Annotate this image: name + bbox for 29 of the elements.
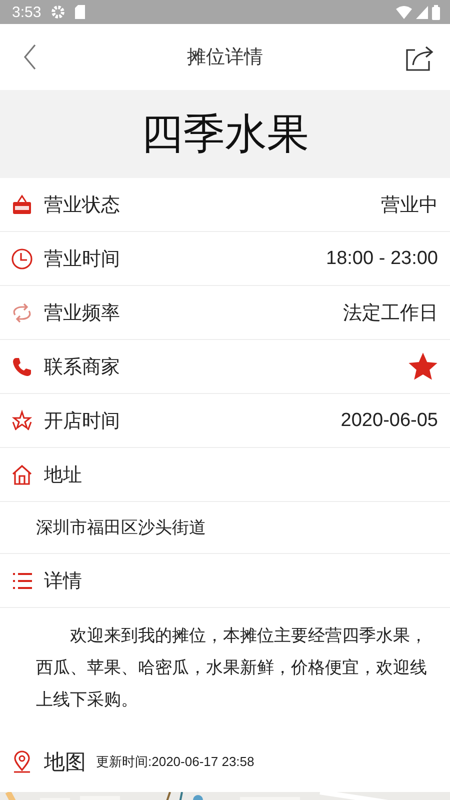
status-time: 3:53 <box>12 4 42 20</box>
row-label: 营业频率 <box>44 300 121 326</box>
stall-name: 四季水果 <box>141 108 309 160</box>
row-value: 18:00 - 23:00 <box>326 248 438 270</box>
stars-icon <box>10 408 34 432</box>
favorite-star-icon[interactable] <box>408 352 438 382</box>
row-label: 开店时间 <box>44 408 121 434</box>
row-value: 法定工作日 <box>343 302 438 326</box>
battery-icon <box>432 4 440 20</box>
page-title: 摊位详情 <box>187 45 263 70</box>
open-sign-icon <box>10 192 34 216</box>
address-text: 深圳市福田区沙头街道 <box>0 502 450 554</box>
details-text: 欢迎来到我的摊位，本摊位主要经营四季水果，西瓜、苹果、哈密瓜，水果新鲜，价格便宜，欢迎线上线下采购。 <box>35 625 428 712</box>
update-time: 更新时间:2020-06-17 23:58 <box>96 753 254 771</box>
row-label: 联系商家 <box>44 354 121 380</box>
signal-icon <box>416 6 428 18</box>
row-label: 地址 <box>44 462 83 488</box>
back-icon <box>23 44 37 70</box>
clock-icon <box>10 246 34 270</box>
row-value: 营业中 <box>381 194 438 218</box>
wifi-icon <box>396 6 412 18</box>
map-label: 地图 <box>44 749 86 776</box>
settings-icon <box>51 5 66 19</box>
row-label: 营业状态 <box>44 192 121 218</box>
house-icon <box>10 462 34 486</box>
row-value: 2020-06-05 <box>340 410 438 432</box>
row-label: 详情 <box>44 568 83 594</box>
sd-card-icon <box>75 5 86 19</box>
row-label: 营业时间 <box>44 246 121 272</box>
